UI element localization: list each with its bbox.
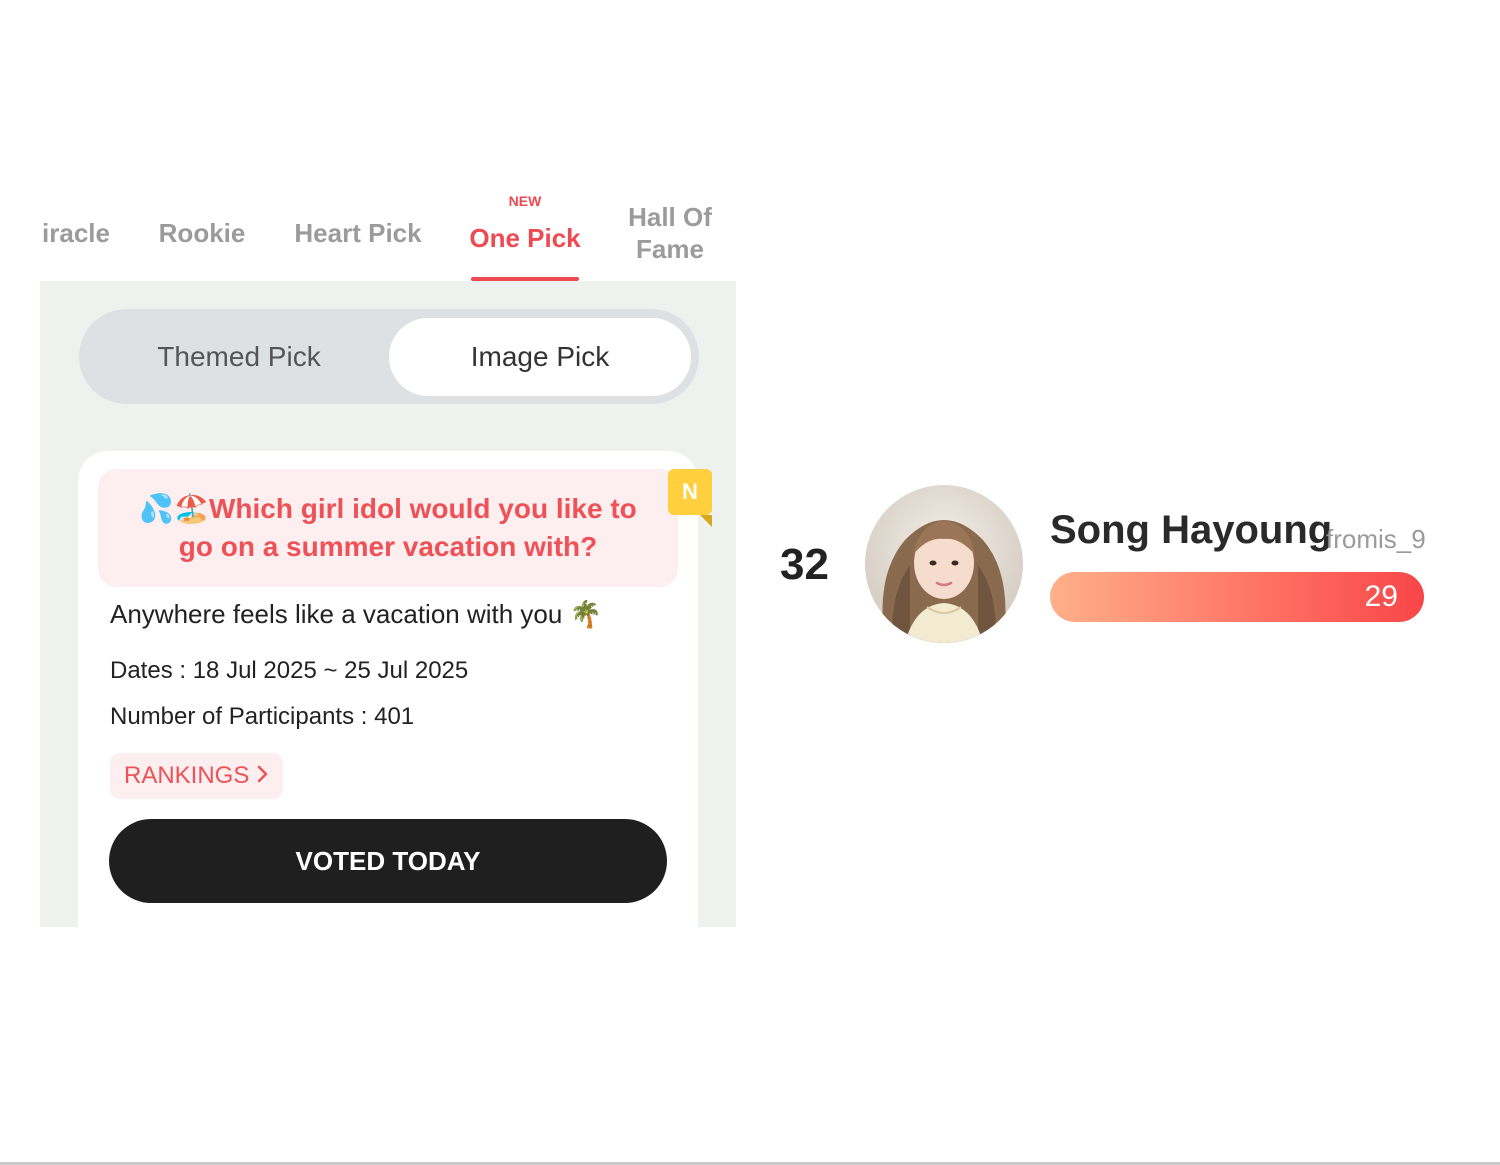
new-indicator-badge: N bbox=[668, 469, 712, 527]
tab-rookie[interactable]: Rookie bbox=[152, 185, 252, 281]
new-badge: NEW bbox=[508, 193, 542, 209]
tab-label: Hall Of Fame bbox=[628, 202, 712, 264]
tab-miracle[interactable]: iracle bbox=[40, 185, 116, 281]
tab-label: One Pick bbox=[469, 222, 581, 253]
vote-description: Anywhere feels like a vacation with you … bbox=[110, 599, 602, 629]
one-pick-panel: Themed Pick Image Pick 💦🏖️Which girl ido… bbox=[40, 281, 736, 927]
idol-name: Song Hayoung bbox=[1050, 508, 1333, 552]
avatar[interactable] bbox=[865, 485, 1023, 643]
tab-hall-of-fame[interactable]: Hall Of Fame bbox=[615, 185, 725, 281]
themed-pick-button[interactable]: Themed Pick bbox=[89, 318, 389, 396]
tab-label: Heart Pick bbox=[294, 217, 422, 248]
group-name: fromis_9 bbox=[1326, 524, 1426, 554]
chevron-right-icon bbox=[257, 763, 269, 789]
pick-type-toggle: Themed Pick Image Pick bbox=[79, 309, 699, 404]
vote-bar: 29 bbox=[1050, 572, 1424, 622]
tab-bar: iracle Rookie Heart Pick NEW One Pick Ha… bbox=[40, 185, 736, 281]
image-pick-button[interactable]: Image Pick bbox=[389, 318, 691, 396]
tab-label: Rookie bbox=[158, 217, 246, 248]
vote-count: 29 bbox=[1364, 580, 1398, 613]
tab-heart-pick[interactable]: Heart Pick bbox=[288, 185, 428, 281]
participant-count: Number of Participants : 401 bbox=[110, 703, 415, 730]
voted-today-button[interactable]: VOTED TODAY bbox=[109, 819, 667, 903]
rankings-link[interactable]: RANKINGS bbox=[110, 753, 284, 799]
vote-dates: Dates : 18 Jul 2025 ~ 25 Jul 2025 bbox=[110, 657, 469, 684]
tab-one-pick[interactable]: NEW One Pick bbox=[469, 185, 581, 281]
vote-card: 💦🏖️Which girl idol would you like to go … bbox=[78, 451, 712, 927]
rankings-label: RANKINGS bbox=[124, 762, 250, 789]
rank-number: 32 bbox=[780, 540, 829, 589]
tab-label: iracle bbox=[42, 217, 110, 248]
question-title: 💦🏖️Which girl idol would you like to go … bbox=[98, 469, 678, 587]
